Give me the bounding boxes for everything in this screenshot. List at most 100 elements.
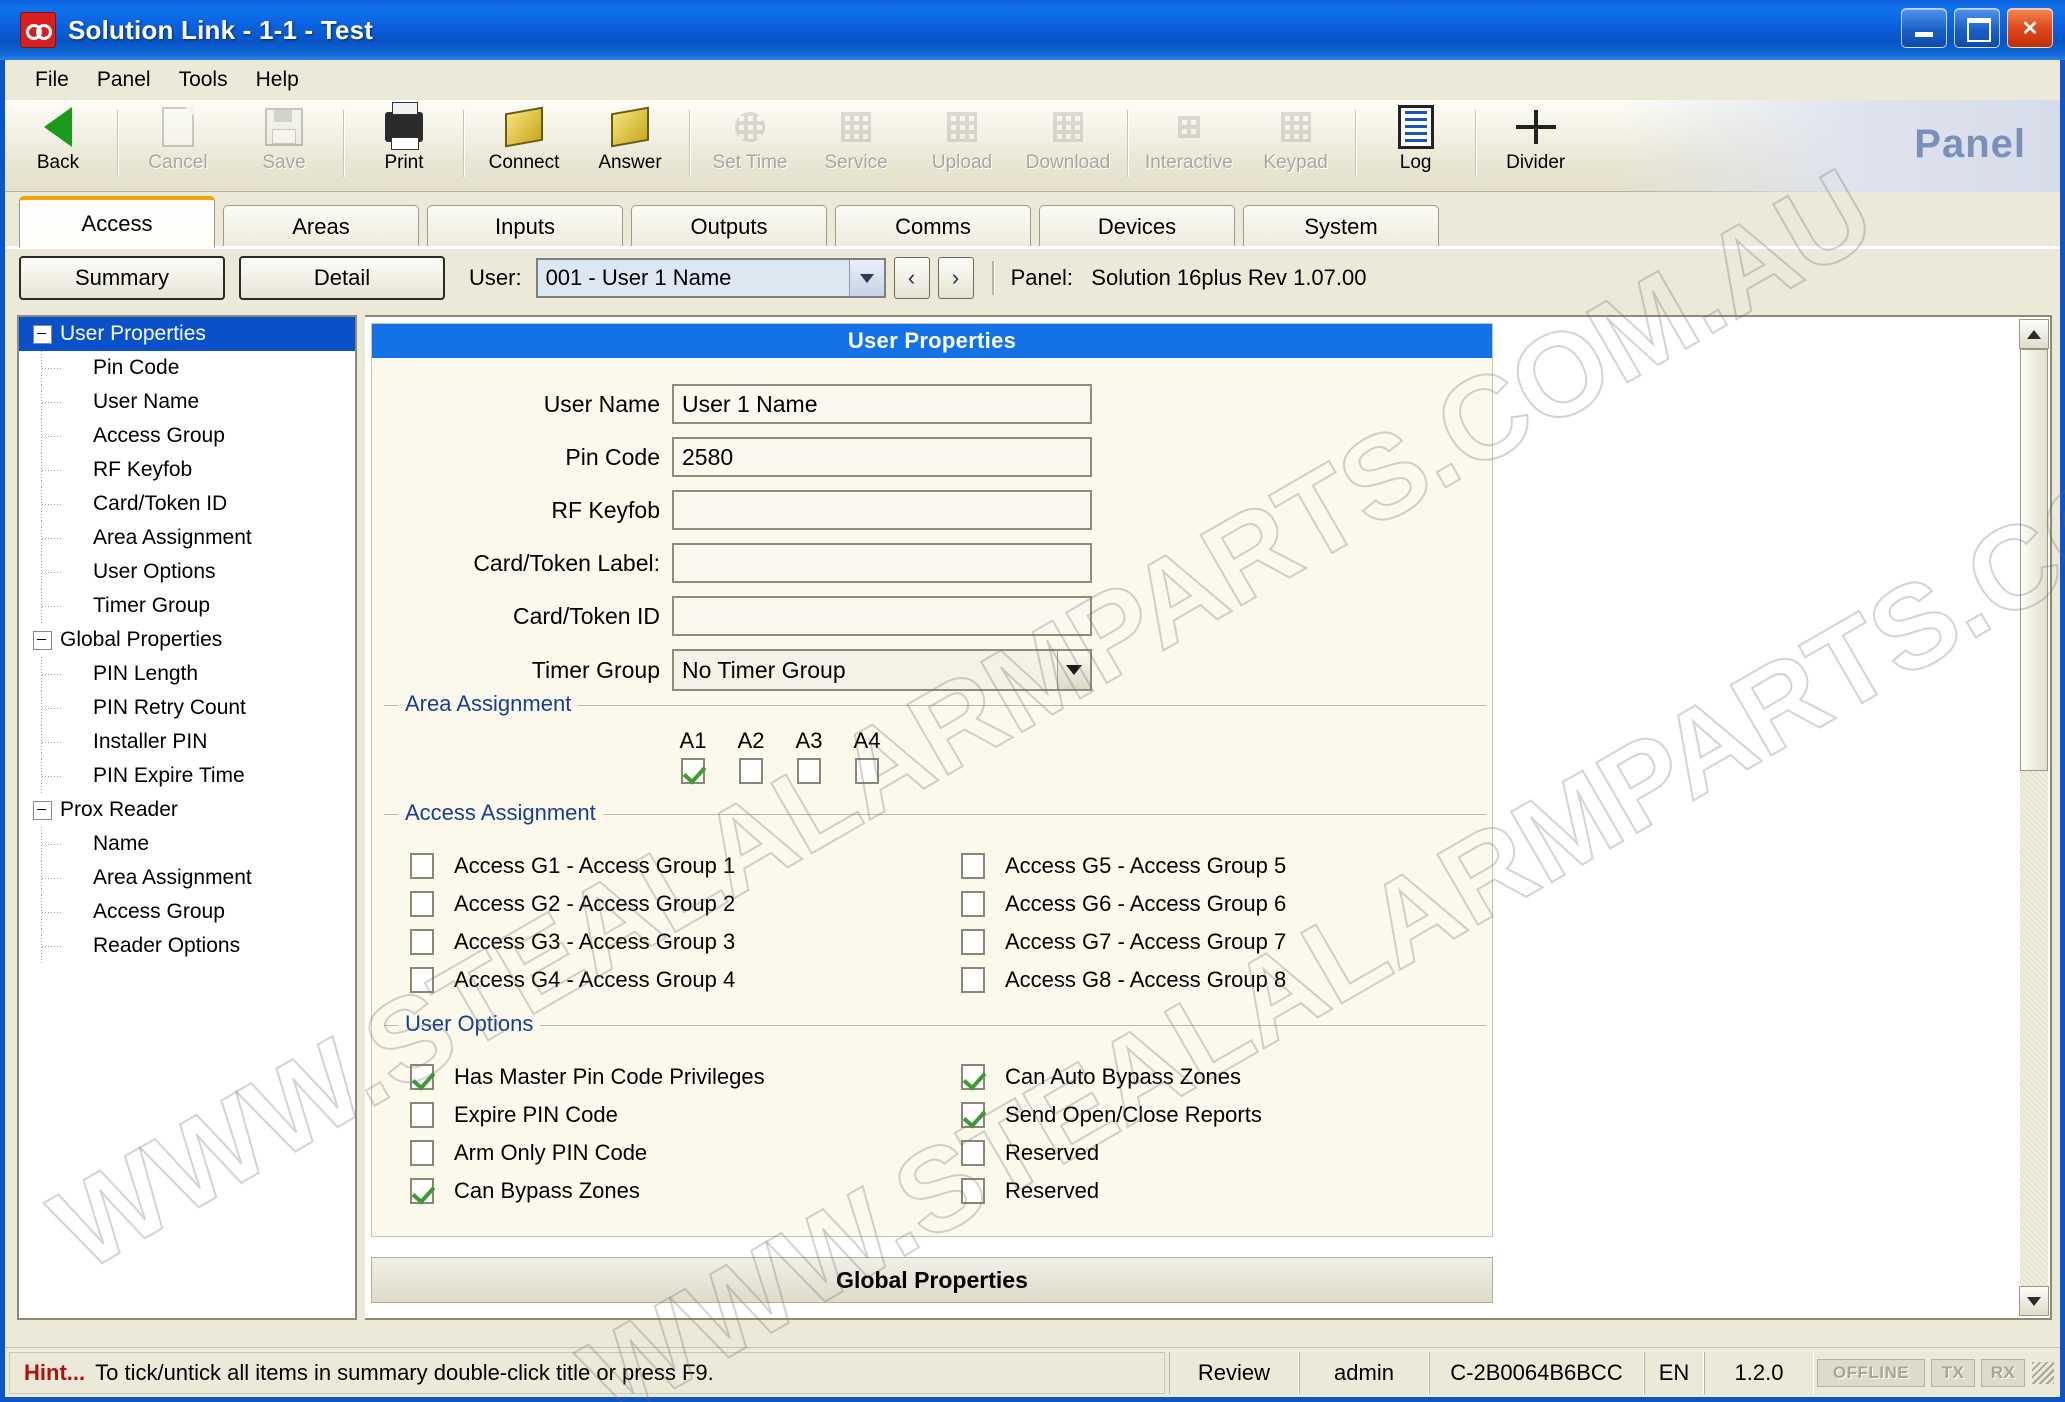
user-option-checkbox-auto-bypass[interactable] <box>961 1064 985 1090</box>
tab-outputs[interactable]: Outputs <box>631 205 827 248</box>
user-option-checkbox-open-close[interactable] <box>961 1102 985 1128</box>
tree-item-prox-area-assignment[interactable]: Area Assignment <box>19 861 355 895</box>
tab-devices[interactable]: Devices <box>1039 205 1235 248</box>
tree-item-prox-access-group[interactable]: Access Group <box>19 895 355 929</box>
user-option-row-auto-bypass[interactable]: Can Auto Bypass Zones <box>935 1058 1486 1096</box>
tree-item-user-name[interactable]: User Name <box>19 385 355 419</box>
card-token-id-input[interactable] <box>672 596 1092 636</box>
tab-system[interactable]: System <box>1243 205 1439 248</box>
toolbar-button-upload[interactable]: Upload <box>909 100 1015 191</box>
toolbar-button-print[interactable]: Print <box>351 100 457 191</box>
user-option-row-open-close[interactable]: Send Open/Close Reports <box>935 1096 1486 1134</box>
tree-item-pin-retry-count[interactable]: PIN Retry Count <box>19 691 355 725</box>
access-checkbox-g5[interactable] <box>961 853 985 879</box>
user-option-row-reserved-1[interactable]: Reserved <box>935 1134 1486 1172</box>
toolbar-button-log[interactable]: Log <box>1363 100 1469 191</box>
tree-item-card-token-id[interactable]: Card/Token ID <box>19 487 355 521</box>
resize-grip-icon[interactable] <box>2032 1361 2054 1384</box>
user-option-checkbox-bypass-zones[interactable] <box>410 1178 434 1204</box>
user-option-checkbox-expire-pin[interactable] <box>410 1102 434 1128</box>
toolbar-button-keypad[interactable]: Keypad <box>1243 100 1349 191</box>
tree-item-global-properties[interactable]: Global Properties <box>19 623 355 657</box>
area-checkbox-a4[interactable] <box>855 758 879 784</box>
collapse-minus-icon[interactable] <box>33 800 52 820</box>
access-checkbox-g8[interactable] <box>961 967 985 993</box>
toolbar-button-answer[interactable]: Answer <box>577 100 683 191</box>
menu-item-tools[interactable]: Tools <box>165 65 242 95</box>
tab-access[interactable]: Access <box>19 196 215 248</box>
access-checkbox-g3[interactable] <box>410 929 434 955</box>
user-option-checkbox-reserved-1[interactable] <box>961 1140 985 1166</box>
pin-code-input[interactable]: 2580 <box>672 437 1092 477</box>
access-group-row-g6[interactable]: Access G6 - Access Group 6 <box>935 885 1486 923</box>
scroll-down-button[interactable] <box>2019 1286 2049 1316</box>
close-button[interactable]: ✕ <box>2007 8 2053 48</box>
toolbar-button-service[interactable]: Service <box>803 100 909 191</box>
tree-item-reader-options[interactable]: Reader Options <box>19 929 355 963</box>
card-token-label-input[interactable] <box>672 543 1092 583</box>
toolbar-button-back[interactable]: Back <box>5 100 111 191</box>
access-checkbox-g6[interactable] <box>961 891 985 917</box>
user-option-checkbox-reserved-2[interactable] <box>961 1178 985 1204</box>
tree-item-prox-name[interactable]: Name <box>19 827 355 861</box>
tree-item-installer-pin[interactable]: Installer PIN <box>19 725 355 759</box>
tree-item-pin-length[interactable]: PIN Length <box>19 657 355 691</box>
tab-areas[interactable]: Areas <box>223 205 419 248</box>
user-option-row-expire-pin[interactable]: Expire PIN Code <box>384 1096 935 1134</box>
tree-item-prox-reader[interactable]: Prox Reader <box>19 793 355 827</box>
toolbar-button-interactive[interactable]: Interactive <box>1135 100 1243 191</box>
tree-item-access-group[interactable]: Access Group <box>19 419 355 453</box>
tree-item-user-properties[interactable]: User Properties <box>19 317 355 351</box>
access-group-row-g3[interactable]: Access G3 - Access Group 3 <box>384 923 935 961</box>
detail-button[interactable]: Detail <box>239 256 445 300</box>
summary-button[interactable]: Summary <box>19 256 225 300</box>
area-checkbox-a2[interactable] <box>739 758 763 784</box>
tree-item-timer-group[interactable]: Timer Group <box>19 589 355 623</box>
access-checkbox-g2[interactable] <box>410 891 434 917</box>
property-tree[interactable]: User Properties Pin Code User Name Acces… <box>17 315 357 1320</box>
access-group-row-g2[interactable]: Access G2 - Access Group 2 <box>384 885 935 923</box>
access-checkbox-g4[interactable] <box>410 967 434 993</box>
access-group-row-g4[interactable]: Access G4 - Access Group 4 <box>384 961 935 999</box>
tree-item-user-options[interactable]: User Options <box>19 555 355 589</box>
scroll-track[interactable] <box>2020 771 2048 1286</box>
user-option-row-arm-only[interactable]: Arm Only PIN Code <box>384 1134 935 1172</box>
next-user-button[interactable]: › <box>937 257 974 299</box>
global-properties-bar[interactable]: Global Properties <box>371 1257 1493 1303</box>
user-option-row-reserved-2[interactable]: Reserved <box>935 1172 1486 1210</box>
user-option-row-bypass-zones[interactable]: Can Bypass Zones <box>384 1172 935 1210</box>
tab-comms[interactable]: Comms <box>835 205 1031 248</box>
timer-group-select[interactable]: No Timer Group <box>672 649 1092 691</box>
collapse-minus-icon[interactable] <box>33 324 52 344</box>
area-checkbox-a1[interactable] <box>681 758 705 784</box>
user-name-input[interactable]: User 1 Name <box>672 384 1092 424</box>
access-group-row-g7[interactable]: Access G7 - Access Group 7 <box>935 923 1486 961</box>
toolbar-button-download[interactable]: Download <box>1015 100 1121 191</box>
menu-item-help[interactable]: Help <box>242 65 313 95</box>
tree-item-pin-code[interactable]: Pin Code <box>19 351 355 385</box>
toolbar-button-connect[interactable]: Connect <box>471 100 577 191</box>
scroll-up-button[interactable] <box>2019 319 2049 349</box>
tree-item-rf-keyfob[interactable]: RF Keyfob <box>19 453 355 487</box>
user-option-checkbox-arm-only[interactable] <box>410 1140 434 1166</box>
user-option-row-master-pin[interactable]: Has Master Pin Code Privileges <box>384 1058 935 1096</box>
menu-item-file[interactable]: File <box>21 65 83 95</box>
chevron-down-icon[interactable] <box>1057 651 1090 689</box>
form-vertical-scrollbar[interactable] <box>2019 319 2049 1316</box>
tab-inputs[interactable]: Inputs <box>427 205 623 248</box>
rf-keyfob-input[interactable] <box>672 490 1092 530</box>
chevron-down-icon[interactable] <box>848 260 884 296</box>
access-checkbox-g7[interactable] <box>961 929 985 955</box>
access-group-row-g8[interactable]: Access G8 - Access Group 8 <box>935 961 1486 999</box>
user-option-checkbox-master-pin[interactable] <box>410 1064 434 1090</box>
access-group-row-g5[interactable]: Access G5 - Access Group 5 <box>935 847 1486 885</box>
toolbar-button-cancel[interactable]: Cancel <box>125 100 231 191</box>
toolbar-button-set-time[interactable]: Set Time <box>697 100 803 191</box>
access-checkbox-g1[interactable] <box>410 853 434 879</box>
access-group-row-g1[interactable]: Access G1 - Access Group 1 <box>384 847 935 885</box>
user-select[interactable]: 001 - User 1 Name <box>535 258 886 298</box>
prev-user-button[interactable]: ‹ <box>893 257 930 299</box>
toolbar-button-save[interactable]: Save <box>231 100 337 191</box>
menu-item-panel[interactable]: Panel <box>83 65 165 95</box>
minimize-button[interactable] <box>1901 8 1947 48</box>
